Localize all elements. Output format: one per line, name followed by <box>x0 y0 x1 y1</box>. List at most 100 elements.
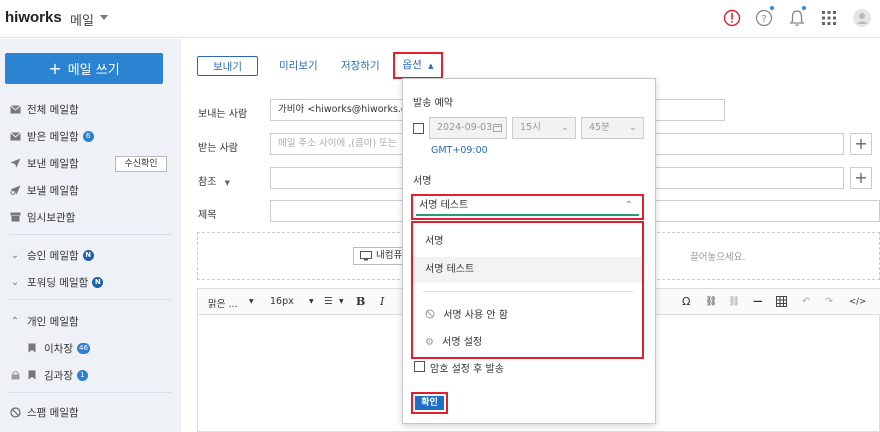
send-button[interactable]: 보내기 <box>197 56 258 76</box>
special-char-icon[interactable]: Ω <box>682 295 690 308</box>
new-badge: N <box>82 249 94 261</box>
sidebar-item-label: 김과장 <box>44 369 73 382</box>
cc-label-text: 참조 <box>198 177 217 188</box>
block-icon <box>9 406 21 418</box>
signature-option[interactable]: 서명 <box>413 229 642 255</box>
options-label: 옵션 <box>402 59 422 71</box>
schedule-checkbox[interactable] <box>413 123 424 134</box>
add-recipient-button[interactable]: + <box>850 133 872 155</box>
chevron-down-icon: ⌄ <box>561 122 569 133</box>
add-cc-button[interactable]: + <box>850 167 872 189</box>
dropzone-hint: 끌어놓으세요. <box>690 252 746 263</box>
avatar[interactable] <box>852 8 872 28</box>
svg-text:?: ? <box>761 14 766 25</box>
signature-selected-text: 서명 테스트 <box>419 200 469 211</box>
confirm-button-frame: 확인 <box>411 392 448 414</box>
apps-grid-icon[interactable] <box>819 8 839 28</box>
to-label: 받는 사람 <box>198 143 238 154</box>
subject-label: 제목 <box>198 210 217 221</box>
schedule-hour-select[interactable]: 15시 ⌄ <box>512 117 576 139</box>
confirm-button[interactable]: 확인 <box>415 396 444 410</box>
font-size-select[interactable]: 16px <box>270 296 294 307</box>
unread-count-badge: 1 <box>76 369 88 381</box>
alert-icon[interactable] <box>722 8 742 28</box>
save-button[interactable]: 저장하기 <box>341 56 380 76</box>
sidebar-item-label: 받은 메일함 <box>27 130 79 143</box>
read-receipt-button[interactable]: 수신확인 <box>115 156 167 172</box>
caret-down-icon: ▼ <box>309 298 314 305</box>
sidebar-item-spam[interactable]: 스팸 메일함 <box>9 403 79 421</box>
option-divider <box>423 291 633 292</box>
schedule-date-value: 2024-09-03 <box>437 122 493 133</box>
compose-label: 메일 쓰기 <box>67 63 120 78</box>
chevron-down-icon[interactable] <box>100 15 108 20</box>
line-height-icon[interactable]: ☰ <box>324 296 333 307</box>
preview-button[interactable]: 미리보기 <box>279 56 318 76</box>
sidebar-item-folder-kim[interactable]: 김과장 1 <box>9 366 88 384</box>
link-icon[interactable]: ⛓ <box>705 296 717 307</box>
app-logo[interactable]: hiworks <box>5 9 62 26</box>
redo-icon[interactable]: ↷ <box>825 296 833 307</box>
unread-count-badge: 6 <box>82 130 94 142</box>
table-icon[interactable] <box>776 296 787 310</box>
cc-label[interactable]: 참조 ▼ <box>198 173 230 188</box>
chevron-down-icon: ⌄ <box>629 122 637 133</box>
sidebar-item-approval[interactable]: ⌄ 승인 메일함 N <box>9 246 94 264</box>
unlink-icon[interactable]: ⛓ <box>728 296 740 307</box>
source-code-icon[interactable]: </> <box>849 297 866 307</box>
archive-icon <box>9 211 21 223</box>
timezone-link[interactable]: GMT+09:00 <box>431 145 488 156</box>
horizontal-rule-icon[interactable]: — <box>753 296 763 307</box>
schedule-hour-value: 15시 <box>520 122 541 133</box>
help-dot <box>770 6 774 10</box>
sidebar-item-label: 보낼 메일함 <box>27 184 79 197</box>
monitor-icon <box>360 251 372 261</box>
bell-icon[interactable] <box>787 8 807 28</box>
top-bar: hiworks 메일 ? <box>0 0 880 38</box>
schedule-minute-select[interactable]: 45분 ⌄ <box>581 117 644 139</box>
sidebar-item-drafts[interactable]: 임시보관함 <box>9 208 75 226</box>
signature-option-selected[interactable]: 서명 테스트 <box>413 257 642 283</box>
bookmark-icon <box>26 369 38 381</box>
sidebar-item-all-mail[interactable]: 전체 메일함 <box>9 100 79 118</box>
font-family-select[interactable]: 맑은 ... <box>208 296 238 310</box>
sidebar-item-folder-lee[interactable]: 이차장 46 <box>26 339 90 357</box>
caret-down-icon: ▼ <box>249 298 254 305</box>
bold-icon[interactable]: B <box>356 295 365 308</box>
calendar-icon <box>493 124 502 132</box>
schedule-date-input[interactable]: 2024-09-03 <box>429 117 507 139</box>
signature-select[interactable]: 서명 테스트 ⌃ <box>411 194 644 220</box>
caret-down-icon: ▼ <box>224 179 230 187</box>
signature-settings-label: 서명 설정 <box>442 337 483 348</box>
signature-select-value: 서명 테스트 ⌃ <box>416 198 639 216</box>
signature-options-list: 서명 서명 테스트 서명 사용 안 함 ⚙ 서명 설정 <box>411 221 644 359</box>
sidebar-item-forwarding[interactable]: ⌄ 포워딩 메일함 N <box>9 273 104 291</box>
lock-icon <box>9 369 21 381</box>
password-send-checkbox[interactable] <box>414 361 425 372</box>
mail-icon <box>9 103 21 115</box>
signature-label: 서명 <box>413 176 432 187</box>
sidebar-item-sent[interactable]: 보낸 메일함 <box>9 154 79 172</box>
help-icon[interactable]: ? <box>754 8 774 28</box>
bell-dot <box>802 6 806 10</box>
signature-option-settings[interactable]: ⚙ 서명 설정 <box>413 330 642 356</box>
signature-option-none[interactable]: 서명 사용 안 함 <box>413 303 642 329</box>
password-send-label: 암호 설정 후 발송 <box>430 364 504 375</box>
chevron-down-icon: ⌄ <box>10 276 20 288</box>
sidebar-item-label: 포워딩 메일함 <box>27 276 89 289</box>
undo-icon[interactable]: ↶ <box>802 296 810 307</box>
compose-button[interactable]: + 메일 쓰기 <box>5 53 163 84</box>
options-dropdown: 발송 예약 2024-09-03 15시 ⌄ 45분 ⌄ GMT+09:00 서… <box>402 78 656 424</box>
sidebar-item-label: 승인 메일함 <box>27 249 79 262</box>
sidebar-item-inbox[interactable]: 받은 메일함 6 <box>9 127 94 145</box>
sidebar-item-label: 개인 메일함 <box>27 315 79 328</box>
italic-icon[interactable]: I <box>380 295 384 308</box>
options-button[interactable]: 옵션 ▲ <box>393 52 443 79</box>
gear-icon: ⚙ <box>425 337 434 348</box>
sidebar-item-personal[interactable]: ⌃ 개인 메일함 <box>9 312 79 330</box>
sidebar-item-label: 보낸 메일함 <box>27 157 79 170</box>
caret-down-icon: ▼ <box>339 298 344 305</box>
chevron-up-icon: ⌃ <box>10 315 20 327</box>
app-switcher[interactable]: 메일 <box>70 10 94 29</box>
sidebar-item-scheduled[interactable]: 보낼 메일함 <box>9 181 79 199</box>
